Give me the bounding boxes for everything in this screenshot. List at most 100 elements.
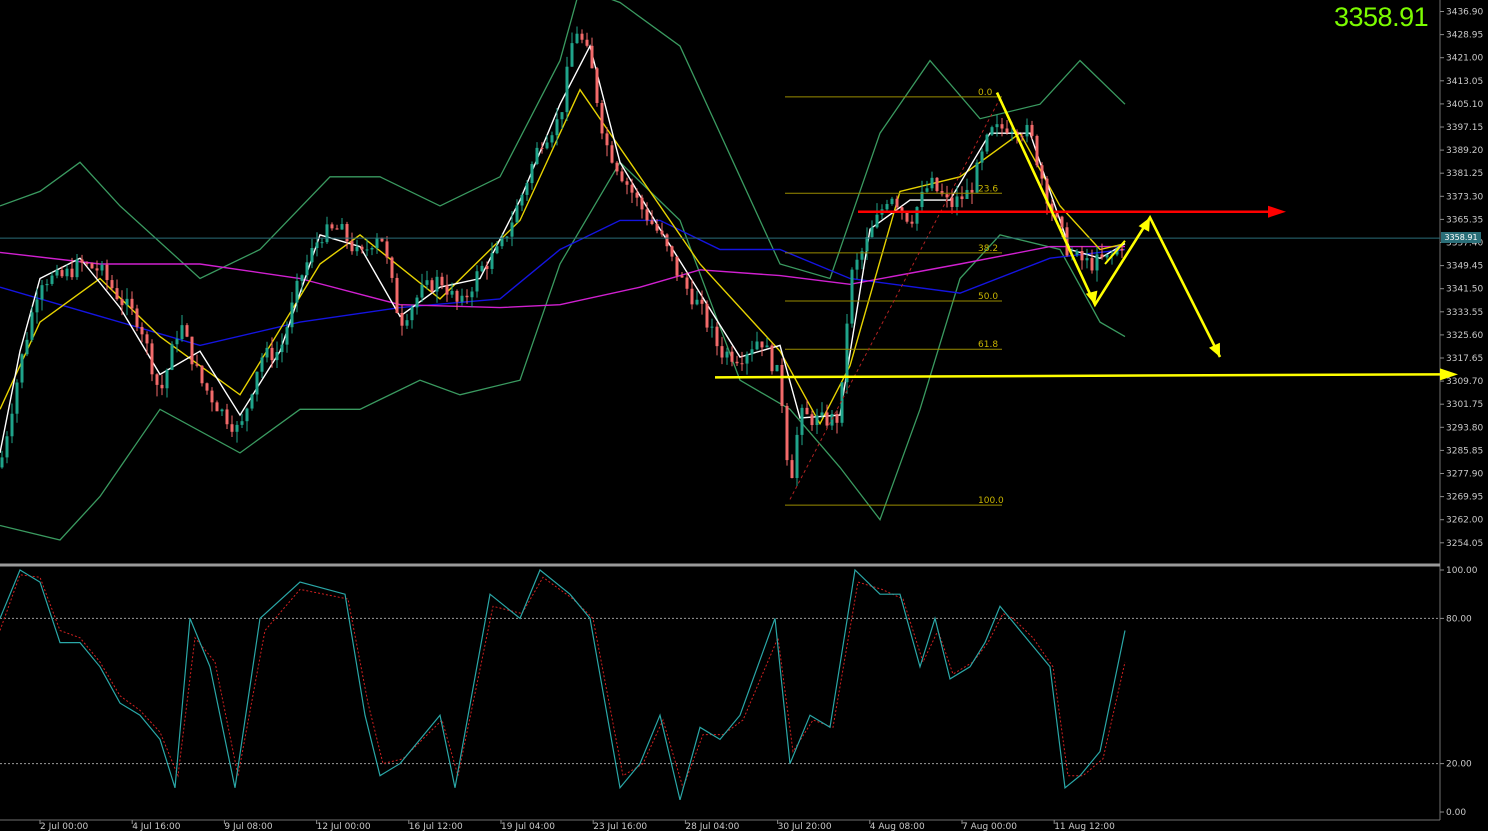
candle-body [320, 242, 324, 244]
candle-body [1085, 258, 1089, 261]
candle-body [790, 460, 794, 478]
candle-body [150, 343, 154, 375]
candle-body [35, 299, 39, 313]
candle-body [710, 326, 714, 328]
price-tick-label: 3373.30 [1446, 192, 1483, 202]
candle-body [870, 227, 874, 238]
candle-body [570, 43, 574, 67]
price-tick-label: 3262.00 [1446, 516, 1483, 526]
candle-body [810, 414, 814, 426]
stochastic-tick-label: 80.00 [1446, 614, 1472, 624]
candle-body [355, 246, 359, 252]
candle-body [765, 345, 769, 348]
price-tick-label: 3254.05 [1446, 539, 1483, 549]
price-tick-label: 3421.00 [1446, 54, 1483, 64]
candle-body [115, 288, 119, 300]
candle-body [0, 457, 4, 468]
candle-body [585, 39, 589, 46]
candle-body [325, 224, 329, 243]
candle-body [15, 382, 19, 414]
candle-body [90, 263, 94, 269]
candle-body [825, 412, 829, 426]
candle-body [780, 364, 784, 406]
candle-body [885, 204, 889, 210]
candle-body [100, 264, 104, 271]
candle-body [725, 351, 729, 358]
candle-body [685, 277, 689, 289]
candle-body [60, 270, 64, 277]
candle-body [1055, 213, 1059, 217]
candle-body [85, 262, 89, 264]
candle-body [595, 68, 599, 104]
candle-body [565, 66, 569, 113]
time-tick-label: 23 Jul 16:00 [593, 822, 647, 831]
candle-body [50, 275, 54, 284]
candle-body [735, 361, 739, 364]
candle-body [660, 230, 664, 235]
candle-body [75, 259, 79, 278]
candle-body [365, 249, 369, 251]
candle-body [515, 205, 519, 223]
fib-level-label: 61.8 [978, 340, 998, 350]
candle-body [310, 248, 314, 263]
candle-body [70, 268, 74, 278]
candle-body [240, 421, 244, 425]
price-tick-label: 3436.90 [1446, 8, 1483, 18]
candle-body [300, 275, 304, 281]
candle-body [635, 192, 639, 198]
candle-body [1040, 165, 1044, 179]
candle-body [520, 194, 524, 206]
candle-body [230, 424, 234, 432]
candle-body [345, 224, 349, 242]
chart-background [0, 0, 1488, 831]
candle-body [270, 347, 274, 361]
time-tick-label: 4 Aug 08:00 [870, 822, 925, 831]
candle-body [1060, 216, 1064, 228]
price-tick-label: 3349.45 [1446, 262, 1483, 272]
price-tick-label: 3269.95 [1446, 493, 1483, 503]
candle-body [465, 295, 469, 298]
candle-body [910, 221, 914, 224]
time-tick-label: 28 Jul 04:00 [685, 822, 739, 831]
candle-body [890, 198, 894, 205]
candle-body [615, 162, 619, 172]
candle-body [530, 163, 534, 184]
price-tick-label: 3293.80 [1446, 423, 1483, 433]
candle-body [815, 415, 819, 426]
candle-body [170, 344, 174, 370]
candle-body [560, 112, 564, 120]
candle-body [525, 183, 529, 195]
candle-body [590, 45, 594, 69]
candle-body [160, 384, 164, 389]
candle-body [335, 228, 339, 230]
price-tick-label: 3317.65 [1446, 354, 1483, 364]
fib-level-label: 0.0 [978, 88, 993, 98]
candle-body [475, 271, 479, 292]
time-tick-label: 11 Aug 12:00 [1054, 822, 1115, 831]
candle-body [295, 280, 299, 303]
candle-body [965, 189, 969, 199]
candle-body [1000, 124, 1004, 129]
candle-body [430, 280, 434, 292]
candle-body [410, 307, 414, 321]
candle-body [205, 383, 209, 391]
stochastic-tick-label: 100.00 [1446, 566, 1478, 576]
candle-body [110, 280, 114, 289]
candle-body [1090, 258, 1094, 271]
candle-body [1095, 254, 1099, 271]
time-tick-label: 9 Jul 08:00 [224, 822, 273, 831]
candle-body [305, 262, 309, 276]
candle-body [135, 308, 139, 327]
candle-body [955, 196, 959, 207]
candle-body [835, 413, 839, 423]
candle-body [960, 196, 964, 199]
current-price-tag: 3358.91 [1441, 232, 1481, 243]
candle-body [485, 265, 489, 269]
price-tick-label: 3428.95 [1446, 31, 1483, 41]
candle-body [855, 259, 859, 270]
candle-body [750, 349, 754, 355]
candle-body [460, 295, 464, 302]
candle-body [30, 312, 34, 340]
price-tick-label: 3333.55 [1446, 308, 1483, 318]
price-tick-label: 3365.35 [1446, 215, 1483, 225]
